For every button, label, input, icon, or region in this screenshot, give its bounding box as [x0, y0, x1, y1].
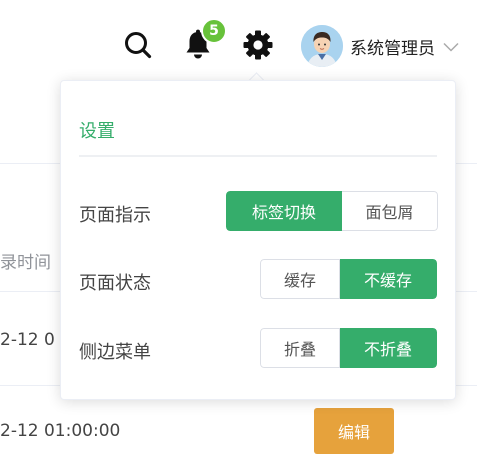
setting-label-page-indicator: 页面指示: [79, 205, 151, 226]
settings-popover: 设置 页面指示 标签切换 面包屑 页面状态 缓存 不缓存 侧边菜单 折叠 不折叠: [60, 80, 456, 400]
option-collapse[interactable]: 折叠: [260, 328, 340, 368]
option-tabs[interactable]: 标签切换: [226, 191, 342, 231]
notification-badge: 5: [201, 18, 227, 44]
user-menu[interactable]: 系统管理员: [301, 25, 459, 67]
chevron-down-icon: [443, 37, 459, 56]
avatar-icon: [301, 25, 343, 67]
option-no-cache[interactable]: 不缓存: [340, 259, 437, 299]
page-cache-toggle: 缓存 不缓存: [260, 259, 437, 299]
option-cache[interactable]: 缓存: [260, 259, 340, 299]
option-no-collapse[interactable]: 不折叠: [340, 328, 437, 368]
settings-title: 设置: [79, 121, 115, 142]
page: 5 系统管理员 录时间 2-12 0 2-12 01:00:00 编辑 设置 页…: [0, 0, 477, 457]
top-header: 5 系统管理员: [0, 0, 477, 91]
edit-button[interactable]: 编辑: [314, 408, 394, 454]
page-indicator-toggle: 标签切换 面包屑: [226, 191, 438, 231]
setting-label-side-menu: 侧边菜单: [79, 342, 151, 363]
setting-label-page-cache: 页面状态: [79, 273, 151, 294]
username: 系统管理员: [350, 38, 435, 59]
gear-icon[interactable]: [241, 28, 275, 62]
settings-divider: [79, 155, 437, 157]
search-icon[interactable]: [121, 28, 155, 62]
side-menu-toggle: 折叠 不折叠: [260, 328, 437, 368]
option-breadcrumb[interactable]: 面包屑: [342, 191, 438, 231]
table-cell-time: 2-12 01:00:00: [0, 421, 121, 441]
table-cell-time: 2-12 0: [0, 330, 55, 350]
column-header-time: 录时间: [0, 253, 51, 273]
